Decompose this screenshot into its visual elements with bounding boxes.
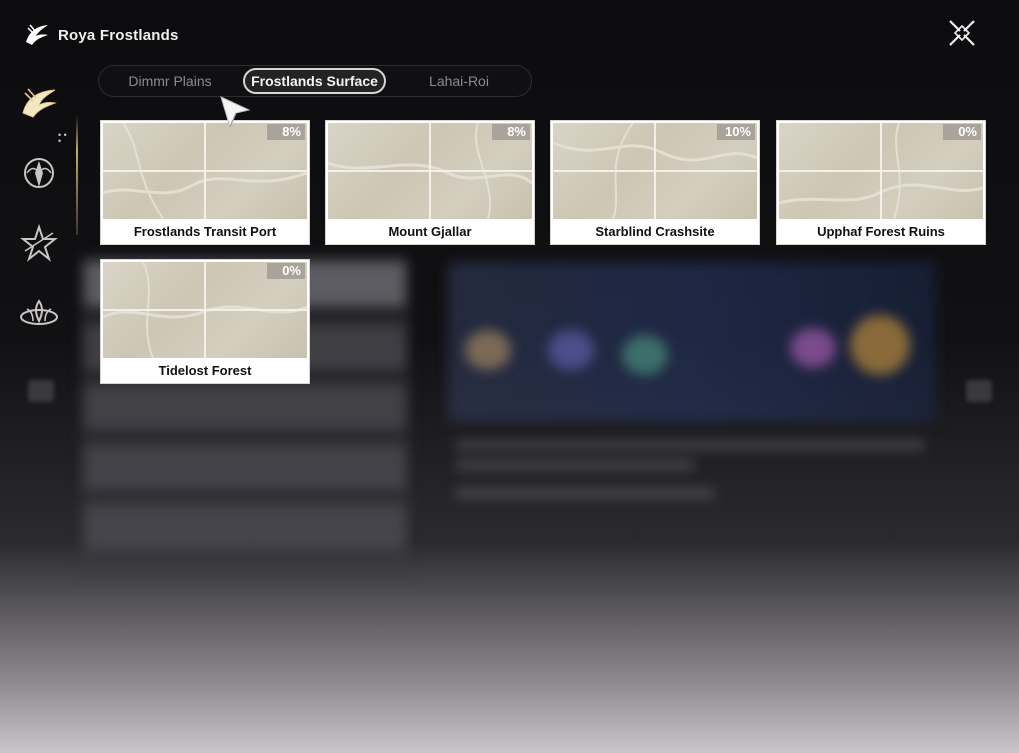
location-card-tidelost-forest[interactable]: 0% Tidelost Forest: [100, 259, 310, 384]
exploration-progress-badge: 0%: [943, 124, 981, 140]
rail-divider: [76, 115, 78, 235]
region-rail: • • •: [0, 60, 80, 360]
exploration-progress-badge: 10%: [717, 124, 755, 140]
frostlands-logo-icon: [26, 24, 48, 45]
exploration-progress-badge: 8%: [267, 124, 305, 140]
next-arrow[interactable]: [966, 380, 992, 402]
rail-item-lotus[interactable]: [14, 288, 64, 338]
background-text-line: [455, 460, 695, 470]
background-row: [85, 445, 405, 489]
location-card-upphaf-forest-ruins[interactable]: 0% Upphaf Forest Ruins: [776, 120, 986, 245]
frostlands-emblem-icon: [22, 88, 57, 118]
rail-item-roya-frostlands[interactable]: [14, 78, 64, 128]
location-name: Mount Gjallar: [326, 220, 534, 244]
tab-frostlands-surface[interactable]: Frostlands Surface: [243, 68, 386, 94]
background-text-line: [455, 440, 925, 450]
location-name: Upphaf Forest Ruins: [777, 220, 985, 244]
goddess-emblem-icon: [24, 158, 54, 188]
region-title: Roya Frostlands: [58, 26, 179, 44]
background-item-icon: [850, 315, 910, 375]
star-emblem-icon: [20, 223, 58, 262]
background-row: [85, 385, 405, 429]
location-name: Starblind Crashsite: [551, 220, 759, 244]
close-icon[interactable]: [946, 17, 978, 49]
rail-item-goddess[interactable]: [14, 148, 64, 198]
location-name: Tidelost Forest: [101, 359, 309, 383]
lotus-emblem-icon: [20, 299, 58, 325]
tab-dimmr-plains[interactable]: Dimmr Plains: [109, 68, 231, 94]
location-name: Frostlands Transit Port: [101, 220, 309, 244]
tab-lahai-roi[interactable]: Lahai-Roi: [399, 68, 519, 94]
background-item-icon: [622, 335, 668, 375]
location-card-starblind-crashsite[interactable]: 10% Starblind Crashsite: [550, 120, 760, 245]
previous-arrow[interactable]: [28, 380, 54, 402]
rail-dots-icon: • • •: [58, 130, 67, 146]
background-text-line: [455, 488, 715, 498]
exploration-progress-badge: 0%: [267, 263, 305, 279]
background-row: [85, 505, 405, 549]
background-item-icon: [548, 330, 594, 370]
exploration-progress-badge: 8%: [492, 124, 530, 140]
mouse-cursor-icon: [220, 96, 251, 129]
area-tab-bar: Dimmr Plains Frostlands Surface Lahai-Ro…: [98, 65, 532, 97]
background-item-icon: [465, 330, 511, 370]
location-card-frostlands-transit-port[interactable]: 8% Frostlands Transit Port: [100, 120, 310, 245]
rail-item-star[interactable]: [14, 218, 64, 268]
page-header: Roya Frostlands: [22, 20, 179, 50]
location-card-mount-gjallar[interactable]: 8% Mount Gjallar: [325, 120, 535, 245]
background-item-icon: [790, 328, 836, 368]
